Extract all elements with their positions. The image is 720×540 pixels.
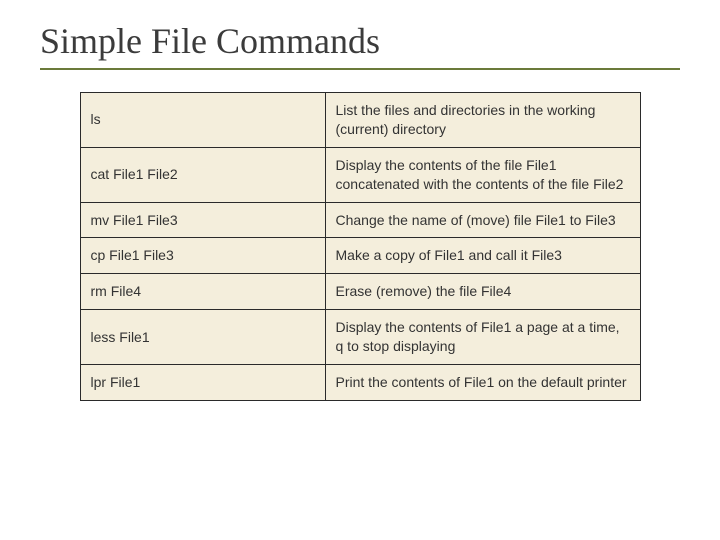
command-cell: lpr File1 [80, 365, 325, 401]
table-row: lpr File1 Print the contents of File1 on… [80, 365, 640, 401]
table-row: rm File4 Erase (remove) the file File4 [80, 274, 640, 310]
command-cell: less File1 [80, 310, 325, 365]
description-cell: Print the contents of File1 on the defau… [325, 365, 640, 401]
title-underline [40, 68, 680, 70]
page-title: Simple File Commands [40, 20, 680, 62]
table-row: cp File1 File3 Make a copy of File1 and … [80, 238, 640, 274]
command-cell: cat File1 File2 [80, 147, 325, 202]
command-cell: cp File1 File3 [80, 238, 325, 274]
description-cell: List the files and directories in the wo… [325, 93, 640, 148]
table-row: less File1 Display the contents of File1… [80, 310, 640, 365]
slide: Simple File Commands ls List the files a… [0, 0, 720, 540]
table-row: mv File1 File3 Change the name of (move)… [80, 202, 640, 238]
description-cell: Display the contents of the file File1 c… [325, 147, 640, 202]
description-cell: Display the contents of File1 a page at … [325, 310, 640, 365]
commands-table: ls List the files and directories in the… [80, 92, 641, 401]
table-row: cat File1 File2 Display the contents of … [80, 147, 640, 202]
table-row: ls List the files and directories in the… [80, 93, 640, 148]
command-cell: rm File4 [80, 274, 325, 310]
description-cell: Erase (remove) the file File4 [325, 274, 640, 310]
description-cell: Change the name of (move) file File1 to … [325, 202, 640, 238]
command-cell: ls [80, 93, 325, 148]
command-cell: mv File1 File3 [80, 202, 325, 238]
description-cell: Make a copy of File1 and call it File3 [325, 238, 640, 274]
